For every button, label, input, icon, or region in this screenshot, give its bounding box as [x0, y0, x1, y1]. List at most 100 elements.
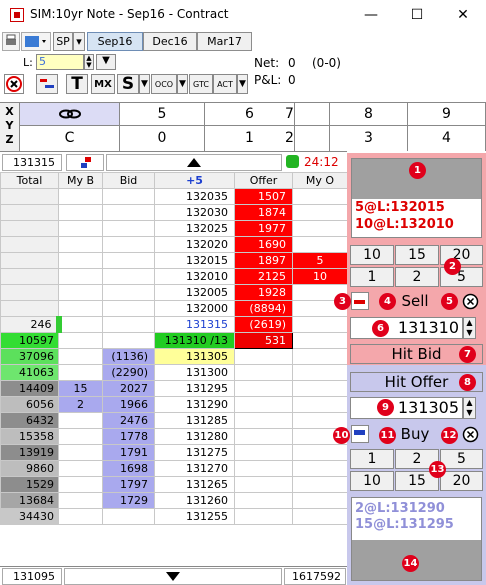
offer-cell[interactable]: 1874 [234, 204, 293, 221]
my-offer-cell[interactable] [292, 444, 348, 461]
sp-dropdown-icon[interactable]: ▾ [73, 32, 85, 51]
tab-mar17[interactable]: Mar17 [197, 32, 252, 51]
offer-cell[interactable]: 1977 [234, 220, 293, 237]
xyz-cell-9[interactable]: 9 [408, 103, 486, 126]
gtc-button[interactable]: GTC [189, 74, 213, 94]
my-offer-cell[interactable] [292, 364, 348, 381]
bid-cell[interactable]: (2290) [102, 364, 155, 381]
price-cell[interactable]: 131295 [154, 380, 235, 397]
buy-qty-20[interactable]: 20 [440, 471, 483, 491]
act-dropdown-icon[interactable]: ▼ [237, 74, 248, 94]
buy-order-1[interactable]: 2@L:131290 [352, 498, 481, 516]
offer-cell[interactable]: 2125 [234, 268, 293, 285]
xyz-cell-0[interactable]: 0 [120, 126, 205, 151]
act-button[interactable]: ACT [213, 74, 237, 94]
sell-cancel-icon[interactable] [462, 293, 479, 310]
my-bid-cell[interactable] [58, 364, 103, 381]
s-button[interactable]: S [117, 74, 139, 94]
sell-order-2[interactable]: 10@L:132010 [352, 216, 481, 233]
xyz-cell-8[interactable]: 8 [330, 103, 408, 126]
offer-cell[interactable]: 1928 [234, 284, 293, 301]
sell-order-1[interactable]: 5@L:132015 [352, 199, 481, 216]
bid-cell[interactable]: 1797 [102, 476, 155, 493]
offer-cell[interactable]: (2619) [234, 316, 293, 333]
my-bid-cell[interactable] [58, 236, 103, 253]
price-cell[interactable]: 132005 [154, 284, 235, 301]
buy-order-2[interactable]: 15@L:131295 [352, 516, 481, 533]
my-offer-cell[interactable] [292, 508, 348, 525]
bid-cell[interactable]: 2476 [102, 412, 155, 429]
my-offer-cell[interactable] [292, 332, 348, 349]
price-cell[interactable]: 132015 [154, 252, 235, 269]
price-cell[interactable]: 132020 [154, 236, 235, 253]
my-bid-cell[interactable] [58, 492, 103, 509]
col-price-offset[interactable]: +5 [154, 172, 235, 189]
sell-qty-1[interactable]: 1 [350, 267, 394, 287]
sell-flag-icon[interactable] [351, 292, 369, 310]
price-cell[interactable]: 132010 [154, 268, 235, 285]
my-bid-cell[interactable] [58, 444, 103, 461]
my-bid-cell[interactable] [58, 412, 103, 429]
offer-cell[interactable] [234, 348, 293, 365]
my-offer-cell[interactable] [292, 316, 348, 333]
my-bid-cell[interactable] [58, 188, 103, 205]
sell-price-stepper[interactable]: ▲ ▼ [463, 317, 476, 339]
offer-cell[interactable]: (8894) [234, 300, 293, 317]
my-offer-cell[interactable] [292, 220, 348, 237]
bid-cell[interactable] [102, 284, 155, 301]
offer-cell[interactable] [234, 364, 293, 381]
offer-cell[interactable]: 1507 [234, 188, 293, 205]
my-offer-cell[interactable] [292, 204, 348, 221]
my-offer-cell[interactable]: 5 [292, 252, 348, 269]
my-bid-cell[interactable]: 2 [58, 396, 103, 413]
tab-sep16[interactable]: Sep16 [87, 32, 143, 51]
flatten-icon[interactable] [36, 74, 58, 94]
my-bid-cell[interactable] [58, 508, 103, 525]
price-cell[interactable]: 131285 [154, 412, 235, 429]
my-bid-cell[interactable] [58, 204, 103, 221]
buy-price-stepper[interactable]: ▲ ▼ [463, 397, 476, 419]
l-dropdown-icon[interactable]: ▼ [96, 54, 116, 70]
bid-cell[interactable] [102, 508, 155, 525]
offer-cell[interactable] [234, 428, 293, 445]
my-bid-cell[interactable] [58, 332, 103, 349]
price-cell[interactable]: 131315 [154, 316, 235, 333]
link-icon[interactable] [20, 103, 120, 126]
buy-cancel-icon[interactable] [462, 426, 479, 443]
bid-cell[interactable]: 1791 [102, 444, 155, 461]
mx-button[interactable]: MX [91, 74, 115, 94]
price-cell[interactable]: 132035 [154, 188, 235, 205]
my-bid-cell[interactable] [58, 300, 103, 317]
xyz-cell-4[interactable]: 4 [408, 126, 486, 151]
bid-cell[interactable]: (1136) [102, 348, 155, 365]
offer-cell[interactable]: 1690 [234, 236, 293, 253]
bid-cell[interactable] [102, 332, 155, 349]
my-offer-cell[interactable] [292, 236, 348, 253]
bid-cell[interactable] [102, 268, 155, 285]
price-cell[interactable]: 131275 [154, 444, 235, 461]
my-bid-cell[interactable] [58, 460, 103, 477]
price-cell[interactable]: 131300 [154, 364, 235, 381]
price-cell[interactable]: 131260 [154, 492, 235, 509]
cancel-all-icon[interactable] [4, 74, 24, 94]
offer-cell[interactable] [234, 460, 293, 477]
offer-cell[interactable] [234, 412, 293, 429]
my-offer-cell[interactable] [292, 188, 348, 205]
buy-qty-5[interactable]: 5 [440, 449, 483, 469]
price-cell[interactable]: 131265 [154, 476, 235, 493]
bid-cell[interactable] [102, 316, 155, 333]
my-bid-cell[interactable] [58, 268, 103, 285]
xyz-cell-2[interactable]: 2 [250, 126, 330, 151]
bid-cell[interactable] [102, 220, 155, 237]
bid-cell[interactable] [102, 300, 155, 317]
buy-price-input[interactable]: 131305 [350, 397, 463, 419]
oco-button[interactable]: OCO [151, 74, 177, 94]
price-cell[interactable]: 131270 [154, 460, 235, 477]
bid-cell[interactable]: 1966 [102, 396, 155, 413]
my-offer-cell[interactable] [292, 396, 348, 413]
offer-cell[interactable]: 531 [234, 332, 293, 349]
my-bid-cell[interactable] [58, 476, 103, 493]
bid-cell[interactable]: 1698 [102, 460, 155, 477]
my-offer-cell[interactable] [292, 348, 348, 365]
scroll-up-button[interactable] [106, 154, 282, 171]
